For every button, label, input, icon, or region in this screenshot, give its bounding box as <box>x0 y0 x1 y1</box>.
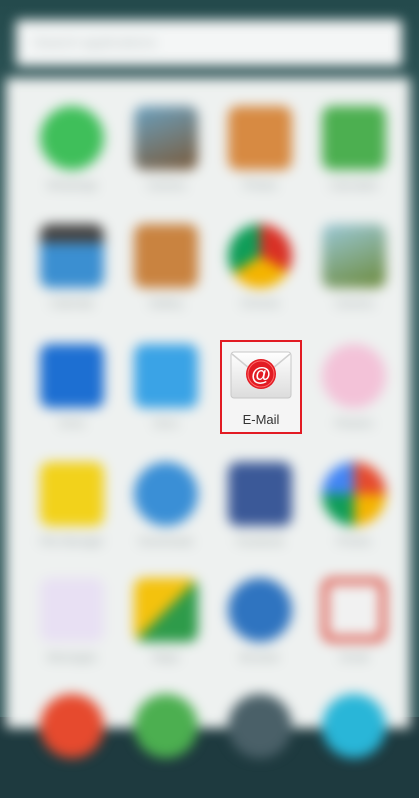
app-label: Gmail <box>339 652 369 664</box>
photos-icon <box>228 106 292 170</box>
app-icon-downloads[interactable]: Downloads <box>126 456 206 566</box>
app-label: Downloads <box>138 536 194 548</box>
search-placeholder: Search applications <box>34 34 157 50</box>
app-icon-partial <box>134 694 198 758</box>
app-icon-partial-1[interactable] <box>32 688 112 798</box>
facebook-icon <box>228 462 292 526</box>
browser-icon <box>228 578 292 642</box>
app-icon-gmail[interactable]: Gmail <box>314 572 394 682</box>
app-label: Browser <box>239 652 281 664</box>
app-drawer: WhatsApp Camera Photos Calculator Calend… <box>6 78 410 758</box>
screen: Search applications WhatsApp Camera Phot… <box>0 0 419 758</box>
docs-icon <box>134 344 198 408</box>
app-icon-camera[interactable]: Camera <box>126 100 206 210</box>
whatsapp-icon <box>40 106 104 170</box>
app-label: Calculator <box>329 180 379 192</box>
app-label: Flowers <box>334 418 374 430</box>
app-icon-partial-3[interactable] <box>220 688 300 798</box>
folder-icon <box>40 462 104 526</box>
email-label: E-Mail <box>242 412 280 427</box>
app-icon-docs[interactable]: Docs <box>126 338 206 448</box>
app-label: Messages <box>46 652 98 664</box>
app-icon-partial-2[interactable] <box>126 688 206 798</box>
app-icon-partial <box>228 694 292 758</box>
app-icon-partial <box>322 694 386 758</box>
download-icon <box>134 462 198 526</box>
app-icon-browser[interactable]: Browser <box>220 572 300 682</box>
app-icon-file-manager[interactable]: File Manager <box>32 456 112 566</box>
app-icon-photos-2[interactable]: Photos <box>314 456 394 566</box>
at-symbol: @ <box>251 364 271 386</box>
app-icon-flowers[interactable]: Flowers <box>314 338 394 448</box>
flower-icon <box>322 344 386 408</box>
drive-icon <box>40 344 104 408</box>
app-label: Gallery <box>148 298 184 310</box>
email-app-icon[interactable]: @ E-Mail <box>220 340 302 434</box>
app-label: Chrome <box>240 298 280 310</box>
app-icon-whatsapp[interactable]: WhatsApp <box>32 100 112 210</box>
app-label: Camera <box>334 298 374 310</box>
app-label: Facebook <box>235 536 285 548</box>
app-icon-camera-2[interactable]: Camera <box>314 218 394 328</box>
app-icon-maps[interactable]: Maps <box>126 572 206 682</box>
calendar-icon <box>40 224 104 288</box>
gmail-icon <box>322 578 386 642</box>
maps-icon <box>134 578 198 642</box>
app-label: Photos <box>336 536 372 548</box>
app-icon-chrome[interactable]: Chrome <box>220 218 300 328</box>
app-icon-photos[interactable]: Photos <box>220 100 300 210</box>
app-label: Photos <box>242 180 278 192</box>
gallery-icon <box>134 224 198 288</box>
search-bar[interactable]: Search applications <box>16 20 402 66</box>
calculator-icon <box>322 106 386 170</box>
app-icon-gallery[interactable]: Gallery <box>126 218 206 328</box>
app-label: File Manager <box>39 536 105 548</box>
app-label: Camera <box>146 180 186 192</box>
app-icon-calculator[interactable]: Calculator <box>314 100 394 210</box>
app-icon-partial <box>40 694 104 758</box>
app-label: WhatsApp <box>46 180 98 192</box>
app-label: Maps <box>152 652 180 664</box>
sparkle-icon <box>40 578 104 642</box>
app-icon-drive[interactable]: Drive <box>32 338 112 448</box>
chrome-icon <box>228 224 292 288</box>
camera-icon <box>134 106 198 170</box>
app-icon-partial-4[interactable] <box>314 688 394 798</box>
pinwheel-icon <box>322 462 386 526</box>
app-icon-messages[interactable]: Messages <box>32 572 112 682</box>
app-label: Docs <box>153 418 179 430</box>
app-label: Calendar <box>49 298 95 310</box>
camera-icon <box>322 224 386 288</box>
blurred-background: Search applications WhatsApp Camera Phot… <box>0 0 419 758</box>
app-icon-facebook[interactable]: Facebook <box>220 456 300 566</box>
app-icon-calendar[interactable]: Calendar <box>32 218 112 328</box>
envelope-icon: @ <box>230 351 292 399</box>
app-label: Drive <box>59 418 85 430</box>
